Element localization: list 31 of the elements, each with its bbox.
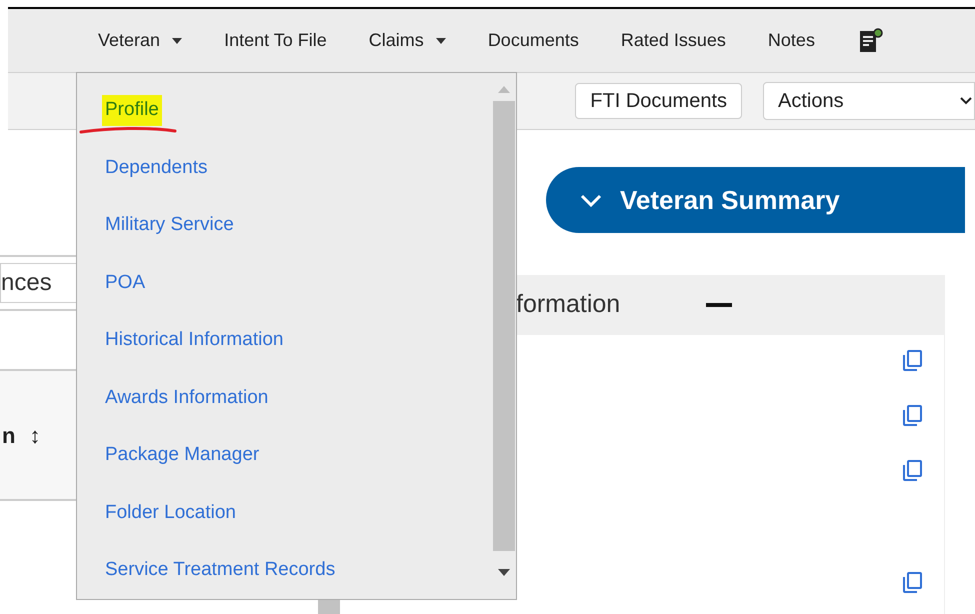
menu-item[interactable]: Package Manager xyxy=(105,441,260,470)
menu-item[interactable]: POA xyxy=(105,268,146,298)
copy-icon[interactable] xyxy=(902,460,922,482)
nav-link[interactable]: Claims xyxy=(368,27,446,54)
menu-item[interactable]: Historical Information xyxy=(105,326,284,355)
scrollbar-thumb[interactable] xyxy=(318,600,340,614)
menu-item[interactable]: Folder Location xyxy=(105,498,236,528)
menu-item[interactable]: Profile xyxy=(105,95,162,126)
menu-item[interactable]: Service Treatment Records xyxy=(105,556,336,584)
menu-item[interactable]: Awards Information xyxy=(105,384,268,412)
scroll-down-icon[interactable] xyxy=(498,569,510,577)
chevron-down-icon xyxy=(960,97,972,105)
menu-item[interactable]: Dependents xyxy=(105,154,208,182)
fti-documents-button[interactable]: FTI Documents xyxy=(575,83,742,119)
nav-link[interactable]: Notes xyxy=(768,27,815,54)
minus-icon xyxy=(706,303,732,307)
panel-title: formation xyxy=(516,289,620,320)
menu-item[interactable]: Military Service xyxy=(105,211,234,240)
nav-link[interactable]: Rated Issues xyxy=(620,27,726,54)
notes-icon[interactable] xyxy=(858,28,883,54)
veteran-summary-header[interactable]: Veteran Summary xyxy=(546,167,965,233)
copy-icon[interactable] xyxy=(902,572,922,594)
nav-link[interactable]: Documents xyxy=(488,27,579,54)
scrollbar-thumb[interactable] xyxy=(493,101,515,551)
copy-icon[interactable] xyxy=(902,350,922,372)
nav-link[interactable]: Intent To File xyxy=(224,27,327,54)
copy-icon[interactable] xyxy=(902,405,922,427)
actions-select[interactable]: Actions xyxy=(763,82,975,120)
column-header[interactable]: n xyxy=(2,418,16,452)
sort-icon[interactable]: ↕ xyxy=(29,418,40,452)
nav-link[interactable]: Veteran xyxy=(98,27,182,54)
